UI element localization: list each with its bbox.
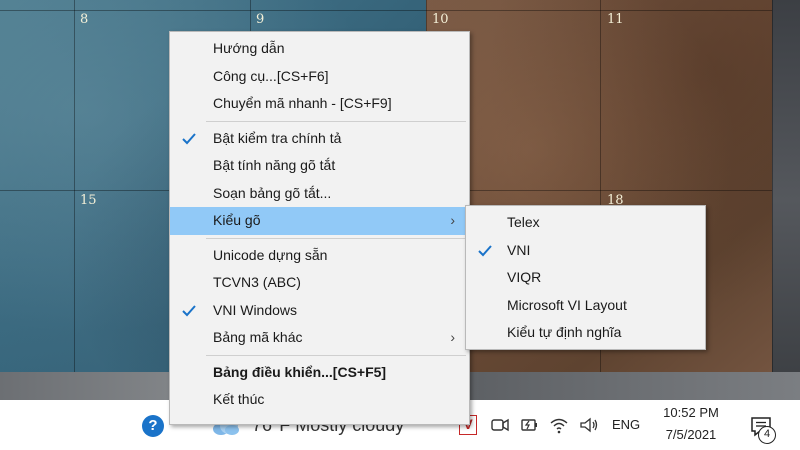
menu-item-label: TCVN3 (ABC) bbox=[213, 274, 301, 290]
calendar-day: 10 bbox=[432, 12, 449, 27]
calendar-day: 15 bbox=[80, 193, 97, 208]
wallpaper-right-edge bbox=[772, 0, 800, 400]
menu-item-control-panel[interactable]: Bảng điều khiển...[CS+F5] bbox=[170, 359, 469, 387]
menu-item-cong-cu[interactable]: Công cụ...[CS+F6] bbox=[170, 63, 469, 91]
chevron-right-icon: › bbox=[450, 329, 455, 345]
submenu-item-label: VNI bbox=[507, 241, 531, 258]
clock-time: 10:52 PM bbox=[663, 405, 719, 420]
submenu-item-telex[interactable]: Telex bbox=[466, 209, 705, 237]
menu-item-label: Bật tính năng gõ tắt bbox=[213, 157, 336, 173]
submenu-item-custom[interactable]: Kiểu tự định nghĩa bbox=[466, 319, 705, 347]
menu-item-label: Chuyển mã nhanh - [CS+F9] bbox=[213, 95, 392, 111]
checkmark-icon bbox=[182, 304, 196, 316]
menu-item-label: Soạn bảng gõ tắt... bbox=[213, 184, 332, 201]
menu-item-spell-check[interactable]: Bật kiểm tra chính tả bbox=[170, 125, 469, 153]
input-method-submenu: Telex VNI VIQR Microsoft VI Layout Kiểu … bbox=[465, 205, 706, 350]
submenu-item-vni[interactable]: VNI bbox=[466, 237, 705, 265]
meet-now-icon[interactable] bbox=[489, 414, 511, 436]
language-indicator[interactable]: ENG bbox=[612, 417, 640, 432]
calendar-grid-line bbox=[0, 10, 772, 11]
chevron-right-icon: › bbox=[450, 212, 455, 228]
menu-item-exit[interactable]: Kết thúc bbox=[170, 386, 469, 414]
submenu-item-label: VIQR bbox=[507, 269, 542, 285]
menu-item-edit-shortcuts[interactable]: Soạn bảng gõ tắt... bbox=[170, 180, 469, 208]
calendar-day: 11 bbox=[607, 12, 624, 27]
menu-item-enable-shortcuts[interactable]: Bật tính năng gõ tắt bbox=[170, 152, 469, 180]
menu-item-label: Bảng mã khác bbox=[213, 329, 303, 345]
menu-item-label: Kiểu gõ bbox=[213, 212, 261, 228]
menu-item-label: Unicode dựng sẵn bbox=[213, 246, 328, 263]
menu-item-label: VNI Windows bbox=[213, 301, 298, 318]
checkmark-icon bbox=[478, 244, 492, 256]
menu-item-label: Hướng dẫn bbox=[213, 40, 285, 56]
menu-item-vni-windows[interactable]: VNI Windows bbox=[170, 297, 469, 325]
battery-icon[interactable] bbox=[518, 414, 540, 436]
calendar-day: 8 bbox=[80, 12, 89, 27]
menu-item-label: Bảng điều khiển...[CS+F5] bbox=[213, 363, 387, 380]
menu-item-label: Kết thúc bbox=[213, 391, 265, 407]
submenu-item-label: Telex bbox=[507, 214, 540, 230]
menu-item-huong-dan[interactable]: Hướng dẫn bbox=[170, 35, 469, 63]
calendar-grid-line bbox=[772, 0, 773, 372]
menu-separator bbox=[206, 120, 466, 122]
menu-item-unicode[interactable]: Unicode dựng sẵn bbox=[170, 242, 469, 270]
submenu-item-microsoft-vi-layout[interactable]: Microsoft VI Layout bbox=[466, 292, 705, 320]
menu-separator bbox=[206, 354, 466, 356]
menu-item-label: Công cụ...[CS+F6] bbox=[213, 67, 329, 84]
calendar-grid-line bbox=[74, 0, 75, 372]
checkmark-icon bbox=[182, 132, 196, 144]
menu-item-tcvn3[interactable]: TCVN3 (ABC) bbox=[170, 269, 469, 297]
menu-item-label: Bật kiểm tra chính tả bbox=[213, 129, 342, 146]
notification-count-badge: 4 bbox=[758, 426, 776, 444]
submenu-item-viqr[interactable]: VIQR bbox=[466, 264, 705, 292]
menu-separator bbox=[206, 237, 466, 239]
question-icon[interactable]: ? bbox=[142, 415, 164, 437]
menu-item-other-charsets[interactable]: Bảng mã khác › bbox=[170, 324, 469, 352]
wifi-icon[interactable] bbox=[548, 414, 570, 436]
submenu-item-label: Microsoft VI Layout bbox=[507, 296, 627, 313]
submenu-item-label: Kiểu tự định nghĩa bbox=[507, 324, 622, 340]
menu-item-input-method[interactable]: Kiểu gõ › bbox=[170, 207, 469, 235]
volume-icon[interactable] bbox=[578, 414, 600, 436]
menu-item-chuyen-ma-nhanh[interactable]: Chuyển mã nhanh - [CS+F9] bbox=[170, 90, 469, 118]
unikey-context-menu: Hướng dẫn Công cụ...[CS+F6] Chuyển mã nh… bbox=[169, 31, 470, 425]
calendar-day: 9 bbox=[256, 12, 265, 27]
clock-date: 7/5/2021 bbox=[665, 427, 717, 442]
